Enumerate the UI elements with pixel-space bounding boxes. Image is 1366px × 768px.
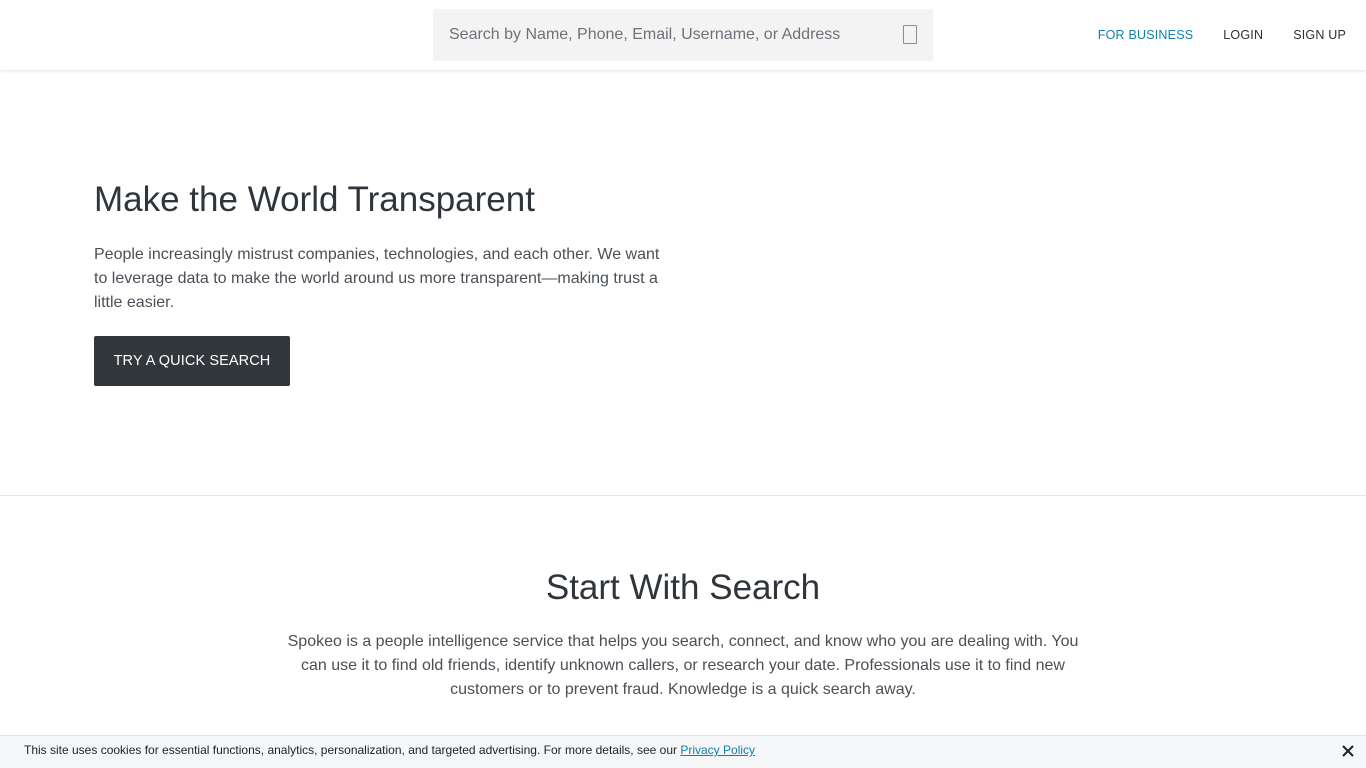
search-input[interactable]: [433, 9, 893, 61]
cookie-message: This site uses cookies for essential fun…: [24, 743, 755, 757]
hero-section: Make the World Transparent People increa…: [0, 70, 1366, 496]
nav-login-link[interactable]: LOGIN: [1223, 28, 1263, 42]
hero-title: Make the World Transparent: [94, 180, 535, 219]
cookie-message-text: This site uses cookies for essential fun…: [24, 743, 681, 757]
search-section-title: Start With Search: [545, 568, 821, 607]
close-icon[interactable]: [1340, 743, 1356, 759]
site-header: FOR BUSINESS LOGIN SIGN UP: [0, 0, 1366, 70]
privacy-policy-link[interactable]: Privacy Policy: [680, 743, 755, 757]
search-bar: [433, 9, 933, 61]
search-submit-icon[interactable]: [903, 25, 917, 44]
top-nav: FOR BUSINESS LOGIN SIGN UP: [1068, 0, 1346, 70]
try-quick-search-button[interactable]: TRY A QUICK SEARCH: [94, 336, 290, 386]
search-section-description: Spokeo is a people intelligence service …: [287, 633, 1079, 698]
hero-description: People increasingly mistrust companies, …: [94, 246, 660, 311]
nav-for-business-link[interactable]: FOR BUSINESS: [1098, 28, 1193, 42]
nav-signup-link[interactable]: SIGN UP: [1293, 28, 1346, 42]
cookie-banner: This site uses cookies for essential fun…: [0, 735, 1366, 768]
